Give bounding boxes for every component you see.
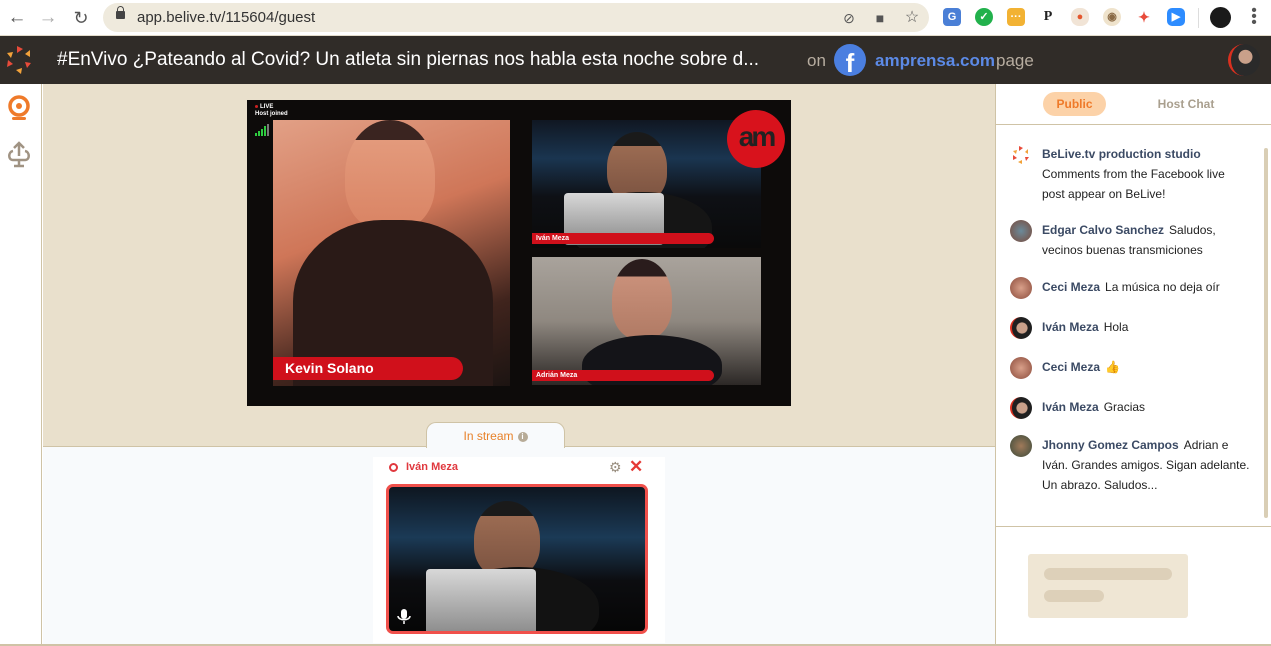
dots-extension-icon[interactable]: ··· bbox=[1007, 8, 1025, 26]
webcam-icon[interactable] bbox=[6, 94, 34, 122]
kebab-menu-icon[interactable]: • • • bbox=[1249, 3, 1259, 31]
remove-guest-close-icon[interactable]: ✕ bbox=[629, 457, 643, 477]
toolbar-divider bbox=[1198, 8, 1199, 28]
back-button[interactable]: ← bbox=[6, 7, 28, 29]
live-dot-icon bbox=[255, 104, 258, 108]
speaker-video-kevin[interactable]: Kevin Solano bbox=[273, 120, 510, 386]
avatar bbox=[1010, 397, 1032, 419]
lock-icon bbox=[116, 6, 125, 19]
forward-button[interactable]: → bbox=[37, 7, 59, 29]
thumbs-up-extension-icon[interactable]: ✓ bbox=[975, 8, 993, 26]
on-label: on bbox=[807, 51, 826, 70]
speaker-name-bar: Kevin Solano bbox=[273, 357, 463, 380]
message-author[interactable]: Iván Meza bbox=[1042, 320, 1099, 334]
message-text: Hola bbox=[1103, 320, 1129, 334]
chat-message: Edgar Calvo Sanchez Saludos, vecinos buen… bbox=[1010, 220, 1250, 260]
user-avatar[interactable] bbox=[1228, 44, 1260, 76]
app-header: #EnVivo ¿Pateando al Covid? Un atleta si… bbox=[0, 36, 1271, 84]
stream-preview: LIVE Host joined Kevin Solano Iván Meza … bbox=[247, 100, 791, 406]
broadcast-stage: LIVE Host joined Kevin Solano Iván Meza … bbox=[43, 84, 995, 447]
chat-message: Ceci Meza La música no deja oír bbox=[1010, 277, 1250, 299]
chat-tabs: Public Host Chat bbox=[996, 84, 1271, 125]
reload-button[interactable]: ↻ bbox=[70, 7, 92, 29]
avatar bbox=[1010, 317, 1032, 339]
microphone-icon[interactable] bbox=[397, 609, 411, 625]
divider bbox=[996, 526, 1271, 527]
message-author[interactable]: BeLive.tv production studio bbox=[1042, 147, 1201, 161]
avatar bbox=[1010, 435, 1032, 457]
message-author[interactable]: Edgar Calvo Sanchez bbox=[1042, 223, 1164, 237]
avatar bbox=[1010, 277, 1032, 299]
belive-extension-icon[interactable]: ✦ bbox=[1135, 8, 1153, 26]
speaker-name-bar: Adrián Meza bbox=[532, 370, 714, 381]
guest-header: Iván Meza bbox=[389, 461, 458, 473]
speaker-name-bar: Iván Meza bbox=[532, 233, 714, 244]
profile-avatar[interactable] bbox=[1210, 7, 1231, 28]
guest-name: Iván Meza bbox=[406, 461, 458, 473]
avatar bbox=[1010, 357, 1032, 379]
tab-public[interactable]: Public bbox=[1043, 92, 1106, 116]
message-text: La música no deja oír bbox=[1105, 280, 1220, 294]
message-text: Comments from the Facebook live post app… bbox=[1042, 167, 1225, 201]
location-blocked-icon[interactable]: ⊘ bbox=[840, 9, 858, 27]
chat-panel: Public Host Chat BeLive.tv production st… bbox=[995, 84, 1271, 646]
avatar bbox=[1010, 220, 1032, 242]
browser-toolbar: ← → ↻ app.belive.tv/115604/guest ⊘ ■ ☆ G… bbox=[0, 0, 1271, 36]
guest-card: Iván Meza ⚙ ✕ bbox=[373, 457, 665, 643]
chat-message: Ceci Meza 👍 bbox=[1010, 357, 1250, 379]
address-bar[interactable]: app.belive.tv/115604/guest ⊘ ■ ☆ bbox=[103, 3, 929, 32]
camera-icon[interactable]: ■ bbox=[871, 9, 889, 27]
chat-scrollbar[interactable] bbox=[1264, 148, 1268, 518]
coffee-extension-icon[interactable]: ◉ bbox=[1103, 8, 1121, 26]
message-author[interactable]: Jhonny Gomez Campos bbox=[1042, 438, 1179, 452]
guest-video-preview[interactable] bbox=[386, 484, 648, 634]
chat-message: Iván Meza Hola bbox=[1010, 317, 1250, 339]
left-toolbar bbox=[0, 84, 42, 646]
speaker-video-adrian[interactable]: Adrián Meza bbox=[532, 257, 761, 385]
message-author[interactable]: Iván Meza bbox=[1042, 400, 1099, 414]
tab-label: In stream bbox=[463, 429, 514, 443]
live-label: LIVE bbox=[260, 104, 274, 110]
bookmark-star-icon[interactable]: ☆ bbox=[903, 9, 921, 27]
brand-logo: am bbox=[727, 110, 785, 168]
signal-strength-icon bbox=[255, 124, 269, 136]
message-author[interactable]: Ceci Meza bbox=[1042, 280, 1100, 294]
settings-gear-icon[interactable]: ⚙ bbox=[609, 459, 622, 476]
tab-in-stream[interactable]: In stream i bbox=[426, 422, 565, 448]
tab-host-chat[interactable]: Host Chat bbox=[1146, 92, 1226, 116]
url-text[interactable]: app.belive.tv/115604/guest bbox=[137, 9, 315, 26]
message-text: 👍 bbox=[1105, 360, 1120, 374]
skeleton-line bbox=[1044, 590, 1104, 602]
page-label: page bbox=[996, 51, 1034, 70]
skeleton-line bbox=[1044, 568, 1172, 580]
chat-message-list: BeLive.tv production studio Comments from… bbox=[996, 126, 1262, 526]
broadcast-title: #EnVivo ¿Pateando al Covid? Un atleta si… bbox=[57, 49, 760, 70]
belive-logo-icon[interactable] bbox=[3, 43, 37, 77]
chat-composer-placeholder bbox=[1028, 554, 1188, 618]
upload-icon[interactable] bbox=[6, 140, 34, 168]
google-translate-extension-icon[interactable]: G bbox=[943, 8, 961, 26]
message-author[interactable]: Ceci Meza bbox=[1042, 360, 1100, 374]
chat-message: Iván Meza Gracias bbox=[1010, 397, 1250, 419]
guest-tray: In stream i Iván Meza ⚙ ✕ bbox=[43, 422, 995, 646]
chat-message: Jhonny Gomez Campos Adrian e Iván. Grande… bbox=[1010, 435, 1250, 495]
facebook-page-link[interactable]: amprensa.com bbox=[875, 51, 995, 71]
p-extension-icon[interactable]: P bbox=[1039, 8, 1057, 26]
chat-message: BeLive.tv production studio Comments from… bbox=[1010, 144, 1250, 204]
webcam-icon bbox=[389, 462, 398, 472]
facebook-icon: f bbox=[834, 44, 866, 76]
zoom-extension-icon[interactable]: ▶ bbox=[1167, 8, 1185, 26]
belive-logo-icon bbox=[1013, 146, 1029, 164]
live-indicator: LIVE Host joined bbox=[255, 104, 288, 118]
message-text: Gracias bbox=[1103, 400, 1146, 414]
host-status: Host joined bbox=[255, 111, 288, 117]
info-icon[interactable]: i bbox=[517, 431, 528, 442]
record-extension-icon[interactable]: ● bbox=[1071, 8, 1089, 26]
